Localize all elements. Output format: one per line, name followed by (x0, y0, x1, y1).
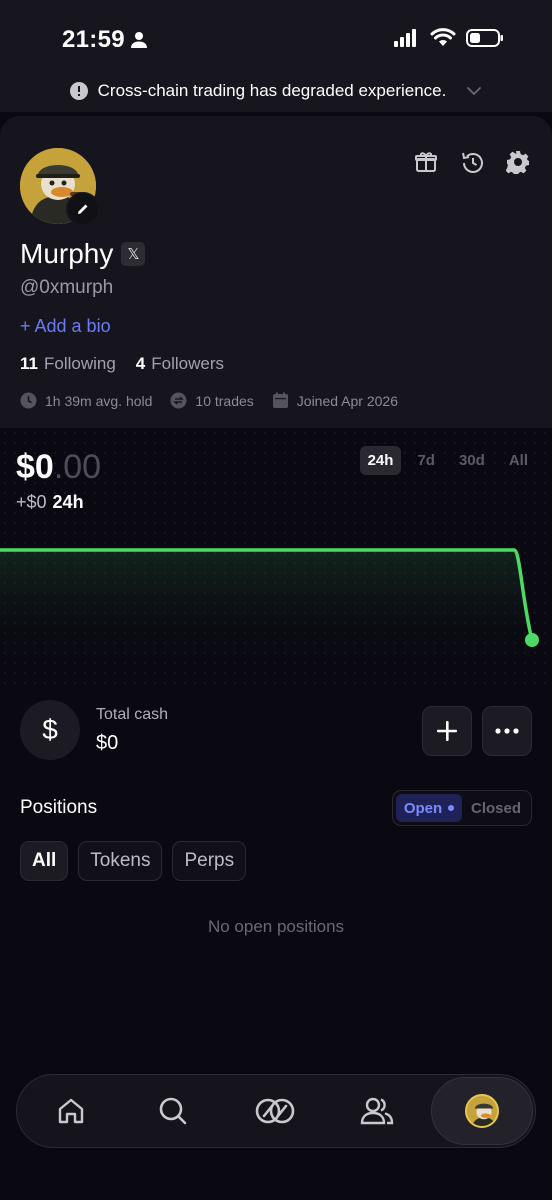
last-point-marker (525, 633, 539, 647)
status-bar: 21:59 (0, 0, 552, 80)
home-icon (58, 1098, 84, 1124)
portfolio-value: $0.00 (16, 448, 101, 487)
more-options-button[interactable] (482, 706, 532, 756)
total-cash-label: Total cash (96, 706, 169, 723)
display-name: Murphy (20, 238, 114, 269)
status-icons (394, 28, 504, 48)
avg-hold-text: 1h 39m avg. hold (45, 392, 153, 409)
add-cash-button[interactable] (422, 706, 472, 756)
filter-all[interactable]: All (20, 841, 69, 881)
toggle-open[interactable]: Open (396, 794, 462, 822)
trade-icon (255, 1098, 295, 1124)
user-handle: @0xmurph (20, 277, 114, 298)
wifi-icon (430, 28, 456, 46)
bottom-nav (16, 1074, 536, 1148)
banner-text: Cross-chain trading has degraded experie… (97, 81, 447, 100)
range-30d[interactable]: 30d (451, 446, 493, 475)
clock-icon (20, 392, 37, 409)
range-24h[interactable]: 24h (359, 446, 402, 475)
calendar-icon (272, 392, 288, 408)
following-label: Following (43, 354, 116, 373)
avg-hold: 1h 39m avg. hold (20, 392, 152, 409)
portfolio-value-main: $0 (16, 448, 54, 486)
following-count: 11 (20, 354, 38, 373)
followers-link[interactable]: 4 Followers (136, 354, 224, 374)
followers-count: 4 (135, 354, 146, 373)
nav-social[interactable] (327, 1075, 427, 1147)
profile-card: Murphy 𝕏 @0xmurph + Add a bio 11 Followin… (0, 116, 552, 428)
position-filters: All Tokens Perps (20, 841, 247, 881)
x-link-badge[interactable]: 𝕏 (121, 242, 146, 266)
plus-icon (437, 721, 457, 741)
positions-title: Positions (20, 797, 98, 818)
profile-actions (414, 150, 530, 176)
status-time: 21:59 (62, 26, 125, 53)
nav-trade[interactable] (225, 1075, 325, 1147)
nav-home[interactable] (21, 1075, 121, 1147)
chart-area-fill (0, 550, 532, 670)
portfolio-line-chart (0, 548, 539, 670)
profile-avatar (465, 1094, 499, 1128)
degraded-banner[interactable]: Cross-chain trading has degraded experie… (0, 70, 552, 112)
joined-text: Joined Apr 2026 (296, 392, 398, 409)
total-cash-value: $0 (96, 732, 119, 754)
add-bio-link[interactable]: + Add a bio (20, 316, 111, 337)
nav-search[interactable] (123, 1075, 223, 1147)
profile-meta: 1h 39m avg. hold 10 trades Joined Apr 20… (20, 392, 398, 409)
empty-positions-text: No open positions (207, 917, 345, 936)
toggle-closed[interactable]: Closed (464, 794, 528, 822)
search-icon (159, 1097, 187, 1125)
dollar-icon: $ (20, 700, 80, 760)
edit-avatar-button[interactable] (66, 192, 100, 226)
following-link[interactable]: 11 Following (20, 354, 116, 374)
chevron-down-icon[interactable] (466, 86, 482, 96)
gift-icon[interactable] (414, 150, 438, 174)
battery-icon (466, 29, 503, 47)
portfolio-change: +$0 24h (16, 492, 84, 513)
signal-icon (394, 29, 416, 47)
social-icon (360, 1097, 394, 1125)
followers-label: Followers (151, 354, 225, 373)
follow-stats: 11 Following 4 Followers (20, 354, 224, 374)
trade-count: 10 trades (170, 392, 254, 409)
active-dot (448, 805, 455, 811)
nav-profile[interactable] (431, 1077, 533, 1145)
trade-count-text: 10 trades (195, 392, 254, 409)
range-7d[interactable]: 7d (409, 446, 443, 475)
settings-gear-icon[interactable] (505, 150, 530, 176)
history-icon[interactable] (460, 150, 484, 174)
filter-tokens[interactable]: Tokens (78, 841, 163, 881)
swap-icon (170, 392, 187, 409)
ellipsis-icon (495, 728, 519, 734)
open-closed-toggle: Open Closed (392, 790, 532, 826)
joined-date: Joined Apr 2026 (272, 392, 398, 409)
change-period: 24h (52, 492, 84, 512)
person-icon (131, 32, 147, 48)
toggle-open-label: Open (403, 799, 443, 817)
info-icon (69, 82, 88, 100)
range-all[interactable]: All (501, 446, 536, 475)
pencil-icon (78, 204, 88, 214)
time-range-selector: 24h 7d 30d All (359, 446, 536, 475)
filter-perps[interactable]: Perps (172, 841, 247, 881)
name-row: Murphy 𝕏 (20, 238, 146, 270)
change-amount: +$0 (16, 492, 47, 512)
portfolio-value-decimals: .00 (53, 448, 102, 486)
